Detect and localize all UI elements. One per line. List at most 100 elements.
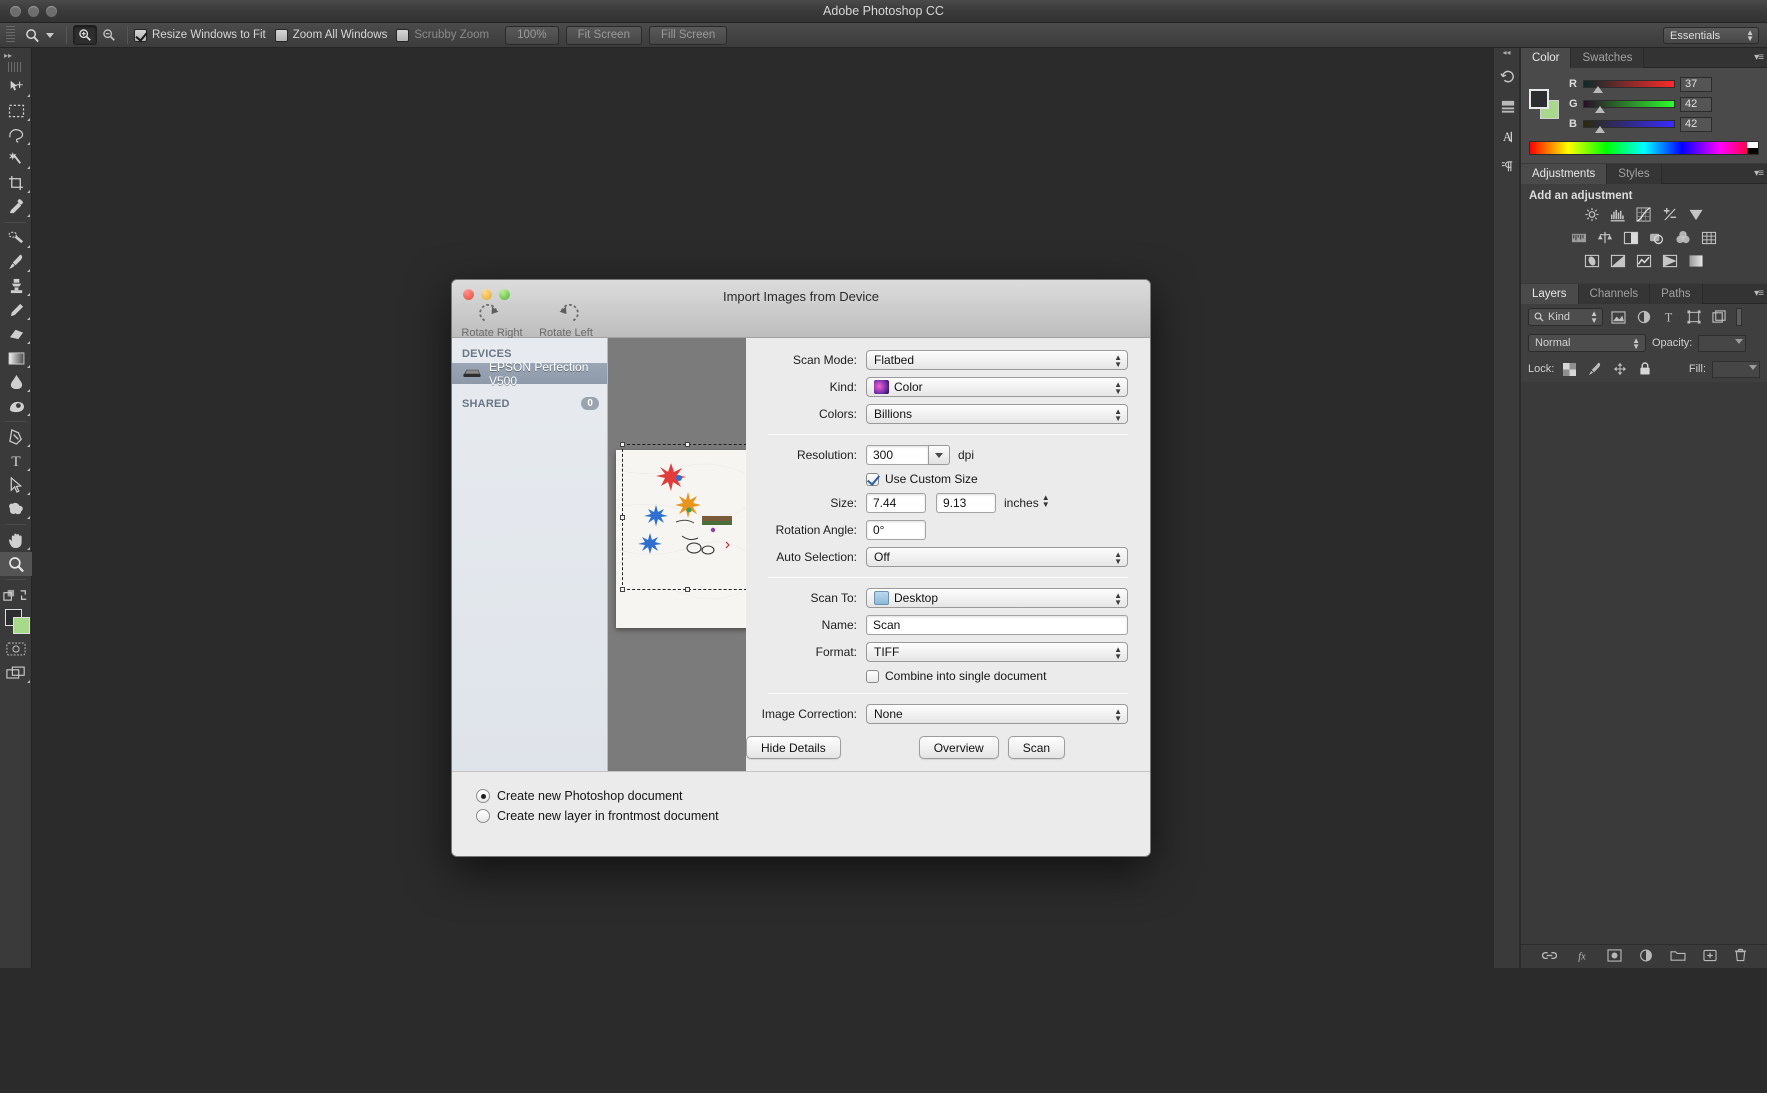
scrubby-zoom-checkbox[interactable]	[396, 29, 409, 42]
options-bar-grip[interactable]	[6, 26, 15, 44]
marquee-handle-s[interactable]	[685, 587, 690, 592]
adjustment-layer-filter-icon[interactable]	[1634, 308, 1653, 326]
expand-dock-icon[interactable]: ◂◂	[1494, 48, 1519, 62]
tools-panel-grip[interactable]	[8, 62, 23, 72]
resolution-dropdown-button[interactable]	[928, 445, 950, 465]
zoom-all-windows-checkbox[interactable]	[275, 29, 288, 42]
layer-mask-icon[interactable]	[1607, 949, 1622, 965]
vibrance-icon[interactable]	[1687, 206, 1706, 223]
background-color-swatch[interactable]	[13, 617, 30, 634]
crop-tool-icon[interactable]	[0, 171, 32, 195]
selective-color-icon[interactable]	[1687, 252, 1706, 269]
workspace-switcher[interactable]: Essentials ▲▼	[1663, 27, 1759, 44]
type-layer-filter-icon[interactable]: T	[1659, 308, 1678, 326]
chevron-down-icon[interactable]	[1749, 365, 1757, 370]
brightness-contrast-icon[interactable]	[1583, 206, 1602, 223]
invert-icon[interactable]	[1583, 252, 1602, 269]
healing-brush-tool-icon[interactable]	[0, 226, 32, 250]
slider-thumb-b[interactable]	[1595, 126, 1605, 133]
lasso-tool-icon[interactable]	[0, 123, 32, 147]
tab-styles[interactable]: Styles	[1607, 164, 1661, 184]
screen-mode-icon[interactable]	[0, 661, 32, 685]
lock-image-icon[interactable]	[1585, 360, 1604, 378]
option-create-new-layer[interactable]: Create new layer in frontmost document	[476, 806, 1150, 826]
format-select[interactable]: TIFF ▲▼	[866, 642, 1128, 662]
black-white-icon[interactable]	[1622, 229, 1641, 246]
option-create-new-document[interactable]: Create new Photoshop document	[476, 786, 1150, 806]
slider-track-r[interactable]	[1583, 80, 1675, 88]
tab-swatches[interactable]: Swatches	[1571, 48, 1644, 68]
channel-value-r[interactable]: 37	[1680, 77, 1712, 92]
new-adjustment-icon[interactable]	[1639, 949, 1653, 965]
layer-filter-kind-select[interactable]: Kind ▲▼	[1528, 308, 1603, 326]
new-layer-icon[interactable]	[1703, 949, 1717, 965]
smart-object-filter-icon[interactable]	[1709, 308, 1728, 326]
rotation-angle-input[interactable]: 0°	[866, 520, 926, 540]
shape-layer-filter-icon[interactable]	[1684, 308, 1703, 326]
marquee-handle-w[interactable]	[620, 515, 625, 520]
colors-select[interactable]: Billions ▲▼	[866, 404, 1128, 424]
type-tool-icon[interactable]: T	[0, 449, 32, 473]
sidebar-item-epson-scanner[interactable]: EPSON Perfection V500	[452, 363, 607, 384]
magic-wand-tool-icon[interactable]	[0, 147, 32, 171]
opacity-input[interactable]	[1698, 335, 1746, 352]
auto-selection-select[interactable]: Off ▲▼	[866, 547, 1128, 567]
resize-windows-to-fit-checkbox[interactable]	[134, 29, 147, 42]
resize-windows-to-fit-option[interactable]: Resize Windows to Fit	[134, 29, 266, 42]
resolution-input[interactable]: 300	[866, 445, 928, 465]
tab-paths[interactable]: Paths	[1650, 284, 1702, 304]
slider-thumb-r[interactable]	[1593, 86, 1603, 93]
radio-create-new-layer[interactable]	[476, 809, 490, 823]
resolution-combo[interactable]: 300	[866, 445, 950, 465]
collapse-tools-icon[interactable]: ▸▸	[0, 48, 31, 62]
marquee-handle-nw[interactable]	[620, 442, 625, 447]
color-spectrum-ramp[interactable]	[1529, 141, 1759, 155]
pen-tool-icon[interactable]	[0, 425, 32, 449]
zoom-percent-button[interactable]: 100%	[505, 26, 558, 45]
marquee-handle-n[interactable]	[685, 442, 690, 447]
fill-screen-button[interactable]: Fill Screen	[649, 26, 727, 45]
channel-value-b[interactable]: 42	[1680, 117, 1712, 132]
hand-tool-icon[interactable]	[0, 528, 32, 552]
layer-style-icon[interactable]: fx	[1574, 949, 1590, 965]
size-width-input[interactable]: 7.44	[866, 493, 926, 513]
slider-track-b[interactable]	[1583, 120, 1675, 128]
slider-thumb-g[interactable]	[1595, 106, 1605, 113]
zoom-tool-icon[interactable]	[19, 24, 45, 46]
scan-mode-select[interactable]: Flatbed ▲▼	[866, 350, 1128, 370]
rotate-right-button[interactable]: Rotate Right	[460, 304, 524, 339]
blend-mode-select[interactable]: Normal ▲▼	[1528, 334, 1646, 352]
exposure-icon[interactable]	[1661, 206, 1680, 223]
size-height-input[interactable]: 9.13	[936, 493, 996, 513]
brush-tool-icon[interactable]	[0, 250, 32, 274]
tab-color[interactable]: Color	[1521, 48, 1571, 68]
combine-into-single-document-checkbox[interactable]	[866, 670, 879, 683]
eraser-tool-icon[interactable]	[0, 322, 32, 346]
tab-layers[interactable]: Layers	[1521, 284, 1579, 304]
tab-channels[interactable]: Channels	[1579, 284, 1651, 304]
pixel-layer-filter-icon[interactable]	[1609, 308, 1628, 326]
paragraph-icon[interactable]	[1494, 152, 1521, 182]
overview-button[interactable]: Overview	[919, 736, 999, 759]
chevron-down-icon[interactable]	[1735, 339, 1743, 344]
levels-icon[interactable]	[1609, 206, 1628, 223]
clone-stamp-tool-icon[interactable]	[0, 274, 32, 298]
color-balance-icon[interactable]	[1596, 229, 1615, 246]
color-slider-r[interactable]: R 37	[1569, 74, 1759, 94]
channel-value-g[interactable]: 42	[1680, 97, 1712, 112]
color-panel-swatches[interactable]	[1529, 89, 1559, 119]
gradient-tool-icon[interactable]	[0, 346, 32, 370]
panel-menu-icon[interactable]: ▾≡	[1754, 52, 1763, 63]
tab-adjustments[interactable]: Adjustments	[1521, 164, 1607, 184]
kind-select[interactable]: Color ▲▼	[866, 377, 1128, 397]
blur-tool-icon[interactable]	[0, 370, 32, 394]
radio-create-new-document[interactable]	[476, 789, 490, 803]
color-slider-g[interactable]: G 42	[1569, 94, 1759, 114]
scan-selection-marquee[interactable]	[622, 444, 752, 590]
zoom-out-button[interactable]	[97, 25, 121, 45]
fit-screen-button[interactable]: Fit Screen	[566, 26, 642, 45]
move-tool-icon[interactable]	[0, 75, 32, 99]
rotate-left-button[interactable]: Rotate Left	[534, 304, 598, 339]
color-swatches[interactable]	[0, 607, 32, 637]
scrubby-zoom-option[interactable]: Scrubby Zoom	[396, 29, 489, 42]
